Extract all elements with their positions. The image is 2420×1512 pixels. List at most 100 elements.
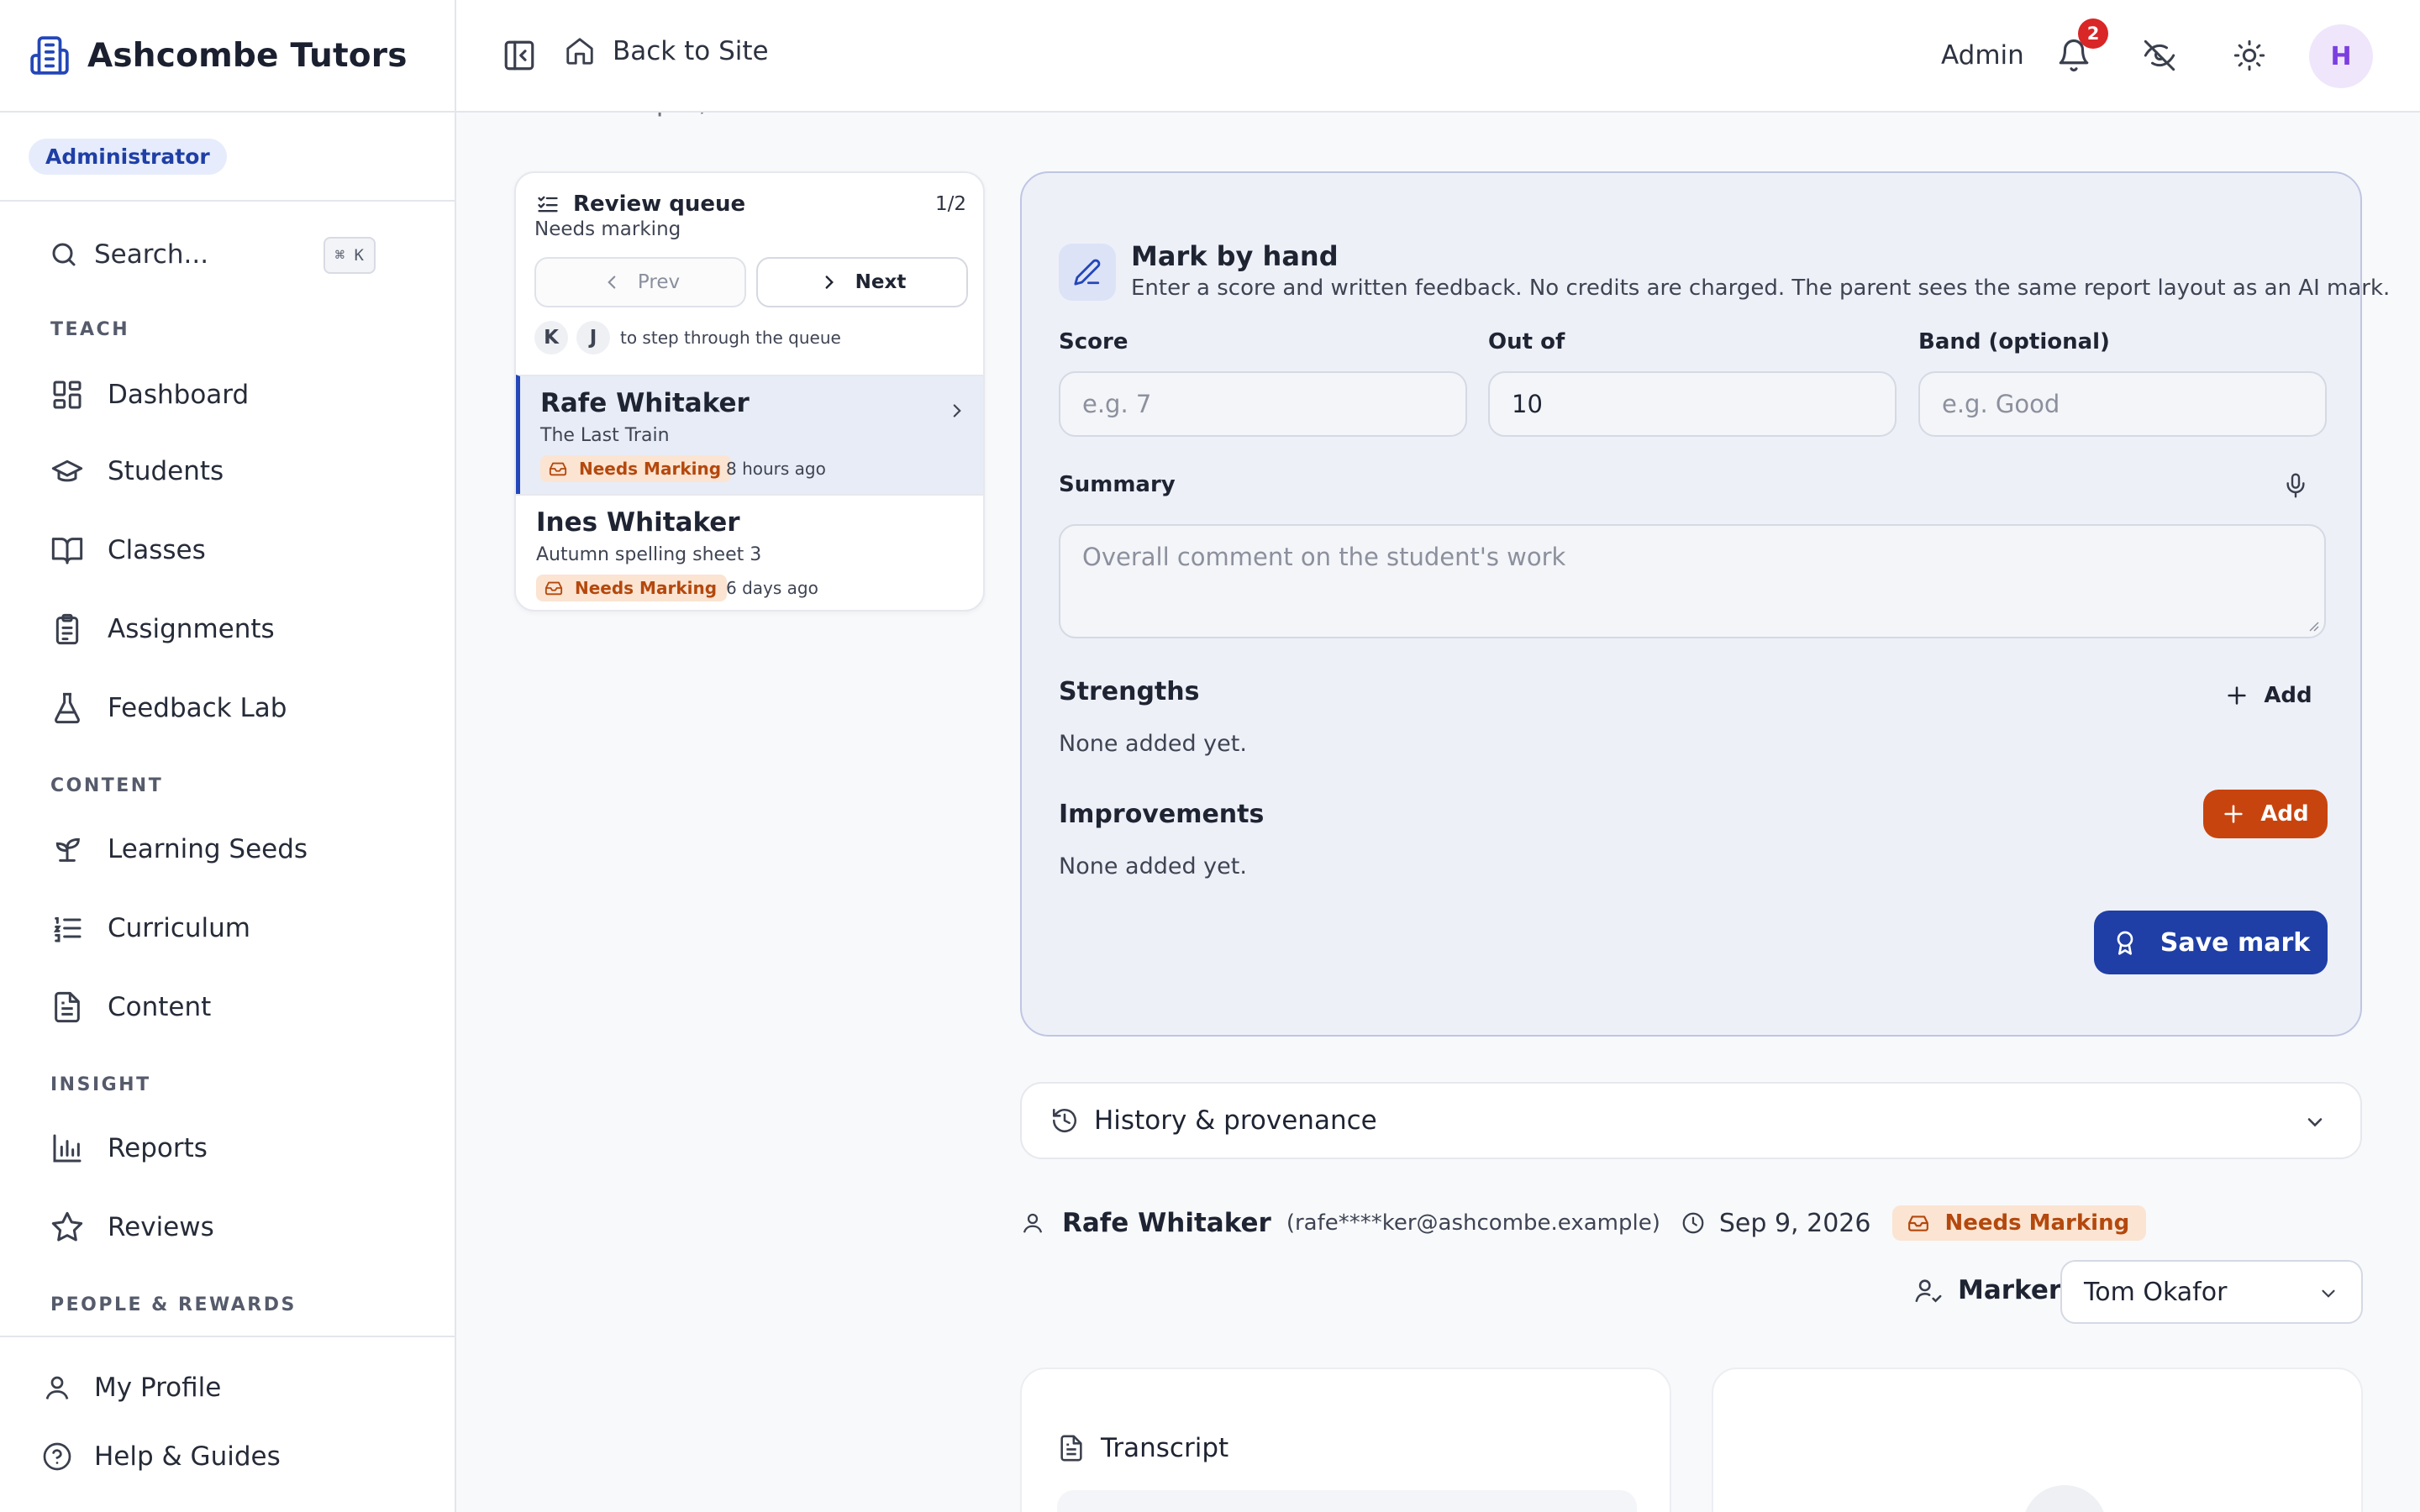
eye-off-icon[interactable] xyxy=(2143,39,2176,72)
nav-item-dashboard[interactable]: Dashboard xyxy=(50,370,249,420)
queue-prev-button[interactable]: Prev xyxy=(534,257,746,307)
search-placeholder: Search... xyxy=(94,239,209,270)
section-label-people: PEOPLE & REWARDS xyxy=(50,1294,297,1315)
summary-textarea[interactable]: Overall comment on the student's work xyxy=(1059,524,2326,638)
file-text-icon xyxy=(55,991,80,1023)
queue-next-button[interactable]: Next xyxy=(756,257,968,307)
queue-item[interactable]: Rafe Whitaker The Last Train Needs Marki… xyxy=(516,375,983,494)
nav-label: Dashboard xyxy=(108,380,250,410)
status-badge: Needs Marking xyxy=(536,575,728,601)
nav-item-reports[interactable]: Reports xyxy=(50,1123,208,1173)
chevron-down-icon xyxy=(2322,1289,2335,1298)
nav-item-classes[interactable]: Classes xyxy=(50,525,206,575)
help-circle-icon xyxy=(43,1442,71,1471)
keyboard-hint: K J to step through the queue xyxy=(534,321,841,354)
brand[interactable]: Ashcombe Tutors xyxy=(0,0,455,113)
mark-by-hand-card: Mark by hand Enter a score and written f… xyxy=(1020,171,2390,1037)
sun-icon[interactable] xyxy=(2233,39,2266,72)
submission-meta: Rafe Whitaker (rafe****ker@ashcombe.exam… xyxy=(1020,1203,2147,1243)
search-button[interactable]: Search... ⌘ K xyxy=(25,225,408,284)
nav-item-content[interactable]: Content xyxy=(50,982,211,1032)
home-icon xyxy=(566,38,593,65)
building-logo-icon xyxy=(30,36,69,75)
nav-item-feedback-lab[interactable]: Feedback Lab xyxy=(50,683,287,733)
list-ordered-icon xyxy=(53,916,82,942)
summary-placeholder: Overall comment on the student's work xyxy=(1082,543,1566,571)
microphone-icon[interactable] xyxy=(2282,472,2309,499)
mark-title: Mark by hand xyxy=(1131,240,1339,272)
back-to-site-link[interactable]: Back to Site xyxy=(564,35,769,67)
avatar[interactable]: H xyxy=(2309,24,2373,88)
band-input[interactable]: e.g. Good xyxy=(1918,371,2327,437)
band-label: Band (optional) xyxy=(1918,329,2110,354)
marker-select[interactable]: Tom Okafor xyxy=(2060,1260,2363,1324)
pencil-icon-box xyxy=(1059,244,1116,301)
section-label-insight: INSIGHT xyxy=(50,1074,151,1095)
search-shortcut: ⌘ K xyxy=(323,237,376,274)
nav-item-my-profile[interactable]: My Profile xyxy=(42,1373,221,1403)
inbox-icon xyxy=(544,581,563,596)
sidebar-collapse-icon[interactable] xyxy=(502,38,537,73)
history-icon xyxy=(1052,1108,1077,1133)
plus-icon xyxy=(2228,686,2246,705)
history-accordion[interactable]: History & provenance xyxy=(1020,1082,2362,1159)
resize-grip-icon[interactable] xyxy=(2306,618,2319,632)
queue-item-time: 8 hours ago xyxy=(726,459,826,479)
flask-icon xyxy=(55,692,80,724)
queue-item-time: 6 days ago xyxy=(726,578,818,598)
add-label: Add xyxy=(2260,801,2309,827)
admin-link[interactable]: Admin xyxy=(1941,40,2024,71)
marker-label-group: Marker xyxy=(1914,1275,2061,1305)
nav-item-students[interactable]: Students xyxy=(50,446,224,496)
file-text-icon xyxy=(1060,1435,1082,1462)
save-mark-button[interactable]: Save mark xyxy=(2094,911,2328,974)
nav-item-help-guides[interactable]: Help & Guides xyxy=(42,1441,281,1472)
user-icon xyxy=(45,1376,69,1399)
nav-label: My Profile xyxy=(94,1373,222,1403)
transcript-card: Transcript xyxy=(1020,1368,1671,1512)
role-row: Administrator xyxy=(0,113,455,202)
key-k: K xyxy=(534,321,568,354)
nav-item-curriculum[interactable]: Curriculum xyxy=(50,903,250,953)
student-name: Rafe Whitaker xyxy=(1062,1208,1271,1238)
prev-label: Prev xyxy=(637,271,681,293)
chevron-right-icon xyxy=(825,276,834,289)
score-input[interactable]: e.g. 7 xyxy=(1059,371,1467,437)
marker-label: Marker xyxy=(1958,1275,2062,1305)
section-label-teach: TEACH xyxy=(50,319,130,340)
review-queue-card: Review queue 1/2 Needs marking Prev Next… xyxy=(514,171,985,612)
nav-label: Classes xyxy=(108,535,206,565)
graduation-cap-icon xyxy=(51,459,83,482)
student-email: (rafe****ker@ashcombe.example) xyxy=(1286,1210,1660,1236)
next-label: Next xyxy=(855,271,907,293)
outof-input[interactable]: 10 xyxy=(1488,371,1897,437)
chevron-left-icon xyxy=(608,276,616,289)
clipboard-icon xyxy=(55,613,79,645)
add-improvement-button[interactable]: Add xyxy=(2203,790,2328,838)
nav-label: Learning Seeds xyxy=(108,834,308,864)
nav-item-reviews[interactable]: Reviews xyxy=(50,1202,214,1252)
top-header: Back to Site Admin 2 H xyxy=(456,0,2420,113)
inbox-icon xyxy=(1908,1215,1929,1231)
outof-label: Out of xyxy=(1488,329,1565,354)
keyboard-hint-text: to step through the queue xyxy=(620,328,841,348)
queue-item-name: Ines Whitaker xyxy=(536,507,740,538)
queue-item[interactable]: Ines Whitaker Autumn spelling sheet 3 Ne… xyxy=(516,494,983,610)
chevron-right-icon xyxy=(953,404,961,417)
strengths-empty: None added yet. xyxy=(1059,731,1247,757)
nav-item-assignments[interactable]: Assignments xyxy=(50,604,275,654)
status-badge-label: Needs Marking xyxy=(1944,1210,2130,1236)
user-icon xyxy=(1023,1213,1043,1233)
sidebar-footer: My Profile Help & Guides xyxy=(0,1336,455,1512)
preview-card xyxy=(1712,1368,2363,1512)
nav-item-learning-seeds[interactable]: Learning Seeds xyxy=(50,824,308,874)
transcript-content xyxy=(1057,1490,1637,1512)
loading-icon xyxy=(2023,1485,2107,1512)
chevron-down-icon xyxy=(2307,1118,2323,1127)
strengths-title: Strengths xyxy=(1059,677,1200,706)
list-checks-icon xyxy=(538,196,558,213)
add-strength-button[interactable]: Add xyxy=(2210,670,2328,721)
key-j: J xyxy=(576,321,610,354)
submission-date: Sep 9, 2026 xyxy=(1718,1208,1871,1238)
nav-label: Reports xyxy=(108,1133,208,1163)
